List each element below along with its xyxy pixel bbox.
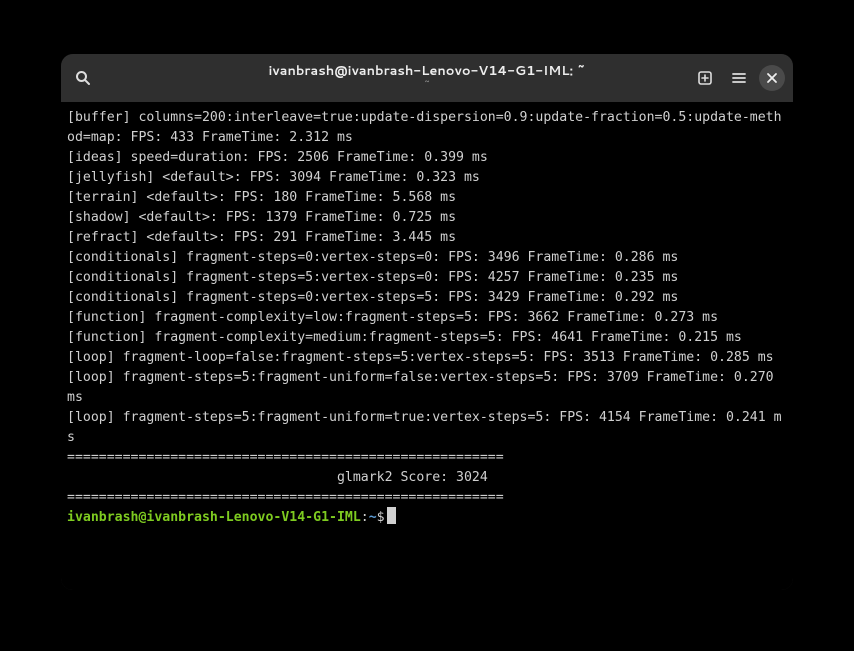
menu-button[interactable] (725, 64, 753, 92)
titlebar: ivanbrash@ivanbrash-Lenovo-V14-G1-IML: ~… (61, 54, 793, 102)
close-button[interactable] (759, 65, 785, 91)
terminal-output: [buffer] columns=200:interleave=true:upd… (67, 108, 787, 508)
new-tab-icon (697, 70, 713, 86)
terminal-body[interactable]: [buffer] columns=200:interleave=true:upd… (61, 102, 793, 590)
search-icon (75, 70, 91, 86)
prompt-symbol: $ (377, 510, 385, 525)
terminal-cursor (387, 507, 396, 524)
hamburger-icon (731, 70, 747, 86)
new-tab-button[interactable] (691, 64, 719, 92)
prompt-colon: : (361, 510, 369, 525)
search-button[interactable] (69, 64, 97, 92)
window-subtitle: ~ (61, 79, 793, 92)
terminal-window: ivanbrash@ivanbrash-Lenovo-V14-G1-IML: ~… (61, 54, 793, 590)
window-title: ivanbrash@ivanbrash-Lenovo-V14-G1-IML: ~ (61, 64, 793, 80)
prompt-user-host: ivanbrash@ivanbrash-Lenovo-V14-G1-IML (67, 510, 361, 525)
prompt-line: ivanbrash@ivanbrash-Lenovo-V14-G1-IML:~$ (67, 508, 787, 528)
prompt-path: ~ (369, 510, 377, 525)
close-icon (766, 72, 778, 84)
